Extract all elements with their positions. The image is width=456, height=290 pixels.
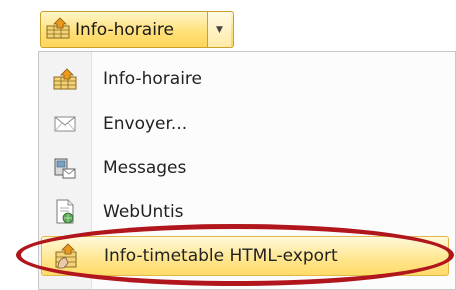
chevron-down-icon: ▼: [216, 24, 223, 35]
menu-item-messages[interactable]: Messages: [41, 148, 449, 188]
envelope-icon: [41, 116, 89, 132]
info-horaire-button[interactable]: Info-horaire: [41, 12, 207, 47]
dropdown-arrow-button[interactable]: ▼: [207, 12, 231, 47]
web-document-icon: [41, 199, 89, 225]
info-horaire-button-label: Info-horaire: [75, 19, 175, 40]
messages-icon: [41, 156, 89, 180]
menu-item-label: Messages: [103, 158, 187, 178]
menu-item-info-horaire[interactable]: Info-horaire: [41, 59, 449, 99]
timetable-house-icon: [41, 67, 89, 91]
menu-item-label: Info-horaire: [103, 69, 203, 89]
menu-item-envoyer[interactable]: Envoyer...: [41, 104, 449, 144]
info-horaire-split-button[interactable]: Info-horaire ▼: [40, 11, 234, 48]
menu-item-label: WebUntis: [103, 202, 184, 222]
timetable-house-icon: [45, 16, 71, 44]
annotation-highlight-ring: [16, 224, 454, 286]
menu-item-label: Envoyer...: [103, 114, 188, 134]
